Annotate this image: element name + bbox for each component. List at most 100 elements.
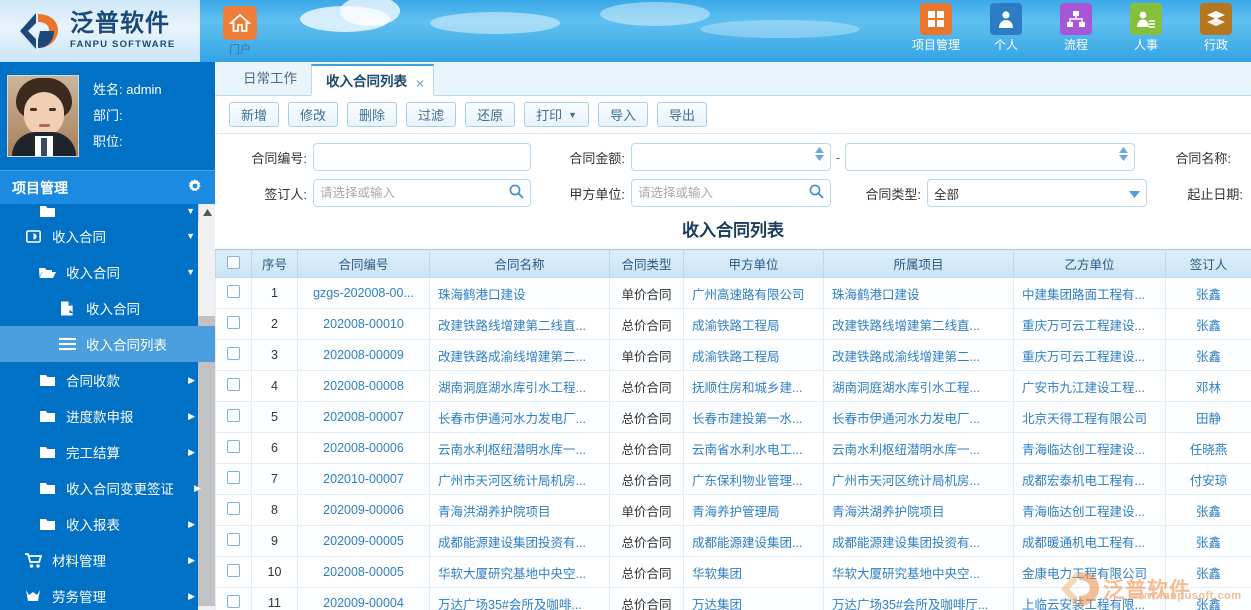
row-select-cell[interactable] bbox=[216, 371, 252, 402]
table-row[interactable]: 9202009-00005成都能源建设集团投资有...总价合同成都能源建设集团.… bbox=[216, 526, 1251, 557]
signer-input[interactable] bbox=[313, 179, 531, 207]
row-select-cell[interactable] bbox=[216, 557, 252, 588]
restore-button[interactable]: 还原 bbox=[465, 102, 515, 127]
row-select-cell[interactable] bbox=[216, 309, 252, 340]
search-icon[interactable] bbox=[509, 184, 524, 202]
tab-income-contract-list[interactable]: 收入合同列表 ✕ bbox=[311, 64, 434, 96]
row-select-cell[interactable] bbox=[216, 433, 252, 464]
nav-item-hr[interactable]: 人事 bbox=[1119, 3, 1173, 53]
row-checkbox[interactable] bbox=[227, 471, 240, 484]
table-row[interactable]: 3202008-00009改建铁路成渝线增建第二...单价合同成渝铁路工程局改建… bbox=[216, 340, 1251, 371]
sidebar-item-income-contract-list[interactable]: 收入合同列表 bbox=[0, 326, 215, 362]
row-select-cell[interactable] bbox=[216, 340, 252, 371]
table-row[interactable]: 11202009-00004万达广场35#会所及咖啡...总价合同万达集团万达广… bbox=[216, 588, 1251, 610]
signer-label: 签订人: bbox=[225, 184, 307, 203]
row-checkbox[interactable] bbox=[227, 409, 240, 422]
folder-icon bbox=[36, 446, 58, 458]
table-row[interactable]: 8202009-00006青海洪湖养护院项目单价合同青海养护管理局青海洪湖养护院… bbox=[216, 495, 1251, 526]
col-contract-no[interactable]: 合同编号 bbox=[298, 250, 430, 278]
row-select-cell[interactable] bbox=[216, 402, 252, 433]
sidebar-item-contract-receipt[interactable]: 合同收款 ▶ bbox=[0, 362, 215, 398]
search-icon[interactable] bbox=[809, 184, 824, 202]
table-row[interactable]: 1gzgs-202008-00...珠海鹤港口建设单价合同广州高速路有限公司珠海… bbox=[216, 278, 1251, 309]
app-header: 泛普软件 FANPU SOFTWARE 门户 项目管理 bbox=[0, 0, 1251, 62]
col-contract-type[interactable]: 合同类型 bbox=[610, 250, 684, 278]
delete-button[interactable]: 删除 bbox=[347, 102, 397, 127]
filter-button[interactable]: 过滤 bbox=[406, 102, 456, 127]
sidebar-item-labor-management[interactable]: 劳务管理 ▶ bbox=[0, 578, 215, 610]
sidebar-item-income-contract-root[interactable]: 收入合同 ▼ bbox=[0, 218, 215, 254]
col-party-a[interactable]: 甲方单位 bbox=[684, 250, 824, 278]
table-row[interactable]: 4202008-00008湖南洞庭湖水库引水工程...总价合同抚顺住房和城乡建.… bbox=[216, 371, 1251, 402]
col-index[interactable]: 序号 bbox=[252, 250, 298, 278]
sidebar-item-contract-change-visa[interactable]: 收入合同变更签证 ▶ bbox=[0, 470, 215, 506]
close-icon[interactable]: ✕ bbox=[415, 68, 425, 100]
row-checkbox[interactable] bbox=[227, 564, 240, 577]
nav-item-personal[interactable]: 个人 bbox=[979, 3, 1033, 53]
select-all-header[interactable] bbox=[216, 250, 252, 278]
sidebar-item-material-management[interactable]: 材料管理 ▶ bbox=[0, 542, 215, 578]
contract-type-select[interactable]: 全部 bbox=[927, 179, 1147, 207]
table-row[interactable]: 7202010-00007广州市天河区统计局机房...总价合同广东保利物业管理.… bbox=[216, 464, 1251, 495]
sidebar-item-income-report[interactable]: 收入报表 ▶ bbox=[0, 506, 215, 542]
tab-label: 收入合同列表 bbox=[326, 74, 407, 89]
menu-scroll-up-button[interactable] bbox=[198, 204, 215, 221]
spinner-icon[interactable] bbox=[815, 147, 824, 161]
table-row[interactable]: 10202008-00005华软大厦研究基地中央空...总价合同华软集团华软大厦… bbox=[216, 557, 1251, 588]
amount-from-field[interactable] bbox=[638, 144, 824, 170]
col-contract-name[interactable]: 合同名称 bbox=[430, 250, 610, 278]
sidebar-item-income-contract-group[interactable]: 收入合同 ▼ bbox=[0, 254, 215, 290]
select-all-checkbox[interactable] bbox=[227, 256, 240, 269]
contract-no-field[interactable] bbox=[320, 144, 524, 170]
col-party-b[interactable]: 乙方单位 bbox=[1014, 250, 1166, 278]
row-select-cell[interactable] bbox=[216, 526, 252, 557]
chevron-down-icon[interactable] bbox=[1129, 186, 1140, 201]
spinner-icon[interactable] bbox=[1119, 147, 1128, 161]
row-checkbox[interactable] bbox=[227, 533, 240, 546]
row-select-cell[interactable] bbox=[216, 495, 252, 526]
grid-squares-icon bbox=[920, 3, 952, 35]
amount-to-input[interactable] bbox=[845, 143, 1135, 171]
import-button[interactable]: 导入 bbox=[598, 102, 648, 127]
nav-label: 人事 bbox=[1119, 36, 1173, 53]
cell-contract-name: 改建铁路成渝线增建第二... bbox=[430, 340, 610, 371]
add-button[interactable]: 新增 bbox=[229, 102, 279, 127]
gear-icon[interactable] bbox=[187, 178, 203, 197]
row-checkbox[interactable] bbox=[227, 502, 240, 515]
print-button[interactable]: 打印 ▼ bbox=[524, 102, 589, 127]
row-checkbox[interactable] bbox=[227, 378, 240, 391]
cell-project: 长春市伊通河水力发电厂... bbox=[824, 402, 1014, 433]
portal-button[interactable]: 门户 bbox=[218, 6, 262, 57]
table-row[interactable]: 2202008-00010改建铁路线增建第二线直...总价合同成渝铁路工程局改建… bbox=[216, 309, 1251, 340]
row-select-cell[interactable] bbox=[216, 278, 252, 309]
row-checkbox[interactable] bbox=[227, 316, 240, 329]
cell-party-a: 青海养护管理局 bbox=[684, 495, 824, 526]
sidebar-item-progress-payment[interactable]: 进度款申报 ▶ bbox=[0, 398, 215, 434]
sidebar-item-clipped[interactable]: ▼ bbox=[0, 204, 215, 218]
table-row[interactable]: 5202008-00007长春市伊通河水力发电厂...总价合同长春市建投第一水.… bbox=[216, 402, 1251, 433]
row-checkbox[interactable] bbox=[227, 285, 240, 298]
signer-field[interactable] bbox=[320, 180, 509, 206]
row-checkbox[interactable] bbox=[227, 347, 240, 360]
nav-item-admin[interactable]: 行政 bbox=[1189, 3, 1243, 53]
sidebar-item-income-contract[interactable]: 收入合同 bbox=[0, 290, 215, 326]
row-select-cell[interactable] bbox=[216, 464, 252, 495]
table-row[interactable]: 6202008-00006云南水利枢纽潜明水库一...总价合同云南省水利水电工.… bbox=[216, 433, 1251, 464]
tab-daily-work[interactable]: 日常工作 bbox=[229, 63, 311, 95]
row-checkbox[interactable] bbox=[227, 595, 240, 608]
amount-to-field[interactable] bbox=[852, 144, 1128, 170]
export-button[interactable]: 导出 bbox=[657, 102, 707, 127]
edit-button[interactable]: 修改 bbox=[288, 102, 338, 127]
col-signer[interactable]: 签订人 bbox=[1166, 250, 1251, 278]
amount-from-input[interactable] bbox=[631, 143, 831, 171]
party-a-input[interactable] bbox=[631, 179, 831, 207]
sidebar-item-completion-settlement[interactable]: 完工结算 ▶ bbox=[0, 434, 215, 470]
nav-item-workflow[interactable]: 流程 bbox=[1049, 3, 1103, 53]
user-dept: 部门: bbox=[93, 103, 162, 129]
nav-item-project[interactable]: 项目管理 bbox=[909, 3, 963, 53]
contract-no-input[interactable] bbox=[313, 143, 531, 171]
party-a-field[interactable] bbox=[638, 180, 809, 206]
row-checkbox[interactable] bbox=[227, 440, 240, 453]
col-project[interactable]: 所属项目 bbox=[824, 250, 1014, 278]
row-select-cell[interactable] bbox=[216, 588, 252, 610]
